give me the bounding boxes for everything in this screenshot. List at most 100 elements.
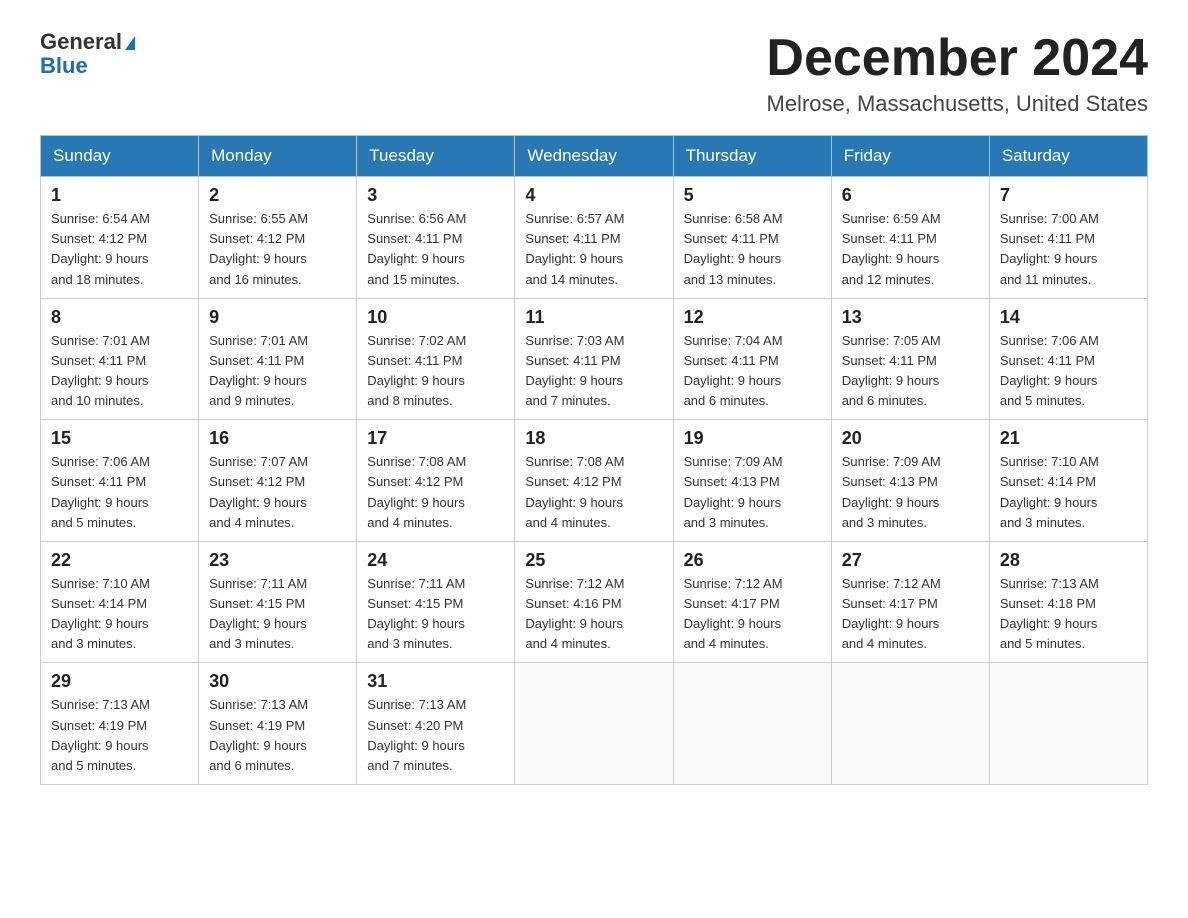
table-row: 17 Sunrise: 7:08 AMSunset: 4:12 PMDayligh… xyxy=(357,420,515,542)
day-info: Sunrise: 7:13 AMSunset: 4:19 PMDaylight:… xyxy=(209,695,346,776)
table-row: 31 Sunrise: 7:13 AMSunset: 4:20 PMDayligh… xyxy=(357,663,515,785)
table-row: 29 Sunrise: 7:13 AMSunset: 4:19 PMDayligh… xyxy=(41,663,199,785)
table-row xyxy=(989,663,1147,785)
day-number: 3 xyxy=(367,185,504,206)
calendar-header-row: Sunday Monday Tuesday Wednesday Thursday… xyxy=(41,136,1148,177)
day-info: Sunrise: 7:13 AMSunset: 4:19 PMDaylight:… xyxy=(51,695,188,776)
day-number: 21 xyxy=(1000,428,1137,449)
day-number: 6 xyxy=(842,185,979,206)
day-number: 5 xyxy=(684,185,821,206)
day-info: Sunrise: 7:11 AMSunset: 4:15 PMDaylight:… xyxy=(209,574,346,655)
title-block: December 2024 Melrose, Massachusetts, Un… xyxy=(766,30,1148,117)
day-info: Sunrise: 7:13 AMSunset: 4:18 PMDaylight:… xyxy=(1000,574,1137,655)
page-header: General Blue December 2024 Melrose, Mass… xyxy=(40,30,1148,117)
day-info: Sunrise: 7:03 AMSunset: 4:11 PMDaylight:… xyxy=(525,331,662,412)
day-number: 16 xyxy=(209,428,346,449)
table-row: 20 Sunrise: 7:09 AMSunset: 4:13 PMDayligh… xyxy=(831,420,989,542)
table-row: 23 Sunrise: 7:11 AMSunset: 4:15 PMDayligh… xyxy=(199,541,357,663)
col-wednesday: Wednesday xyxy=(515,136,673,177)
day-number: 2 xyxy=(209,185,346,206)
logo-blue-text: Blue xyxy=(40,54,135,78)
table-row: 4 Sunrise: 6:57 AMSunset: 4:11 PMDaylight… xyxy=(515,177,673,299)
day-number: 26 xyxy=(684,550,821,571)
day-number: 4 xyxy=(525,185,662,206)
day-number: 9 xyxy=(209,307,346,328)
table-row: 18Sunrise: 7:08 AMSunset: 4:12 PMDayligh… xyxy=(515,420,673,542)
day-info: Sunrise: 7:08 AMSunset: 4:12 PMDaylight:… xyxy=(367,452,504,533)
day-info: Sunrise: 7:07 AMSunset: 4:12 PMDaylight:… xyxy=(209,452,346,533)
calendar-week-row: 29 Sunrise: 7:13 AMSunset: 4:19 PMDayligh… xyxy=(41,663,1148,785)
day-info: Sunrise: 7:12 AMSunset: 4:16 PMDaylight:… xyxy=(525,574,662,655)
day-number: 23 xyxy=(209,550,346,571)
day-number: 27 xyxy=(842,550,979,571)
col-monday: Monday xyxy=(199,136,357,177)
calendar-week-row: 15Sunrise: 7:06 AMSunset: 4:11 PMDayligh… xyxy=(41,420,1148,542)
col-sunday: Sunday xyxy=(41,136,199,177)
table-row: 21 Sunrise: 7:10 AMSunset: 4:14 PMDayligh… xyxy=(989,420,1147,542)
table-row: 27Sunrise: 7:12 AMSunset: 4:17 PMDayligh… xyxy=(831,541,989,663)
day-info: Sunrise: 7:08 AMSunset: 4:12 PMDaylight:… xyxy=(525,452,662,533)
day-number: 19 xyxy=(684,428,821,449)
day-number: 20 xyxy=(842,428,979,449)
day-number: 25 xyxy=(525,550,662,571)
table-row: 9Sunrise: 7:01 AMSunset: 4:11 PMDaylight… xyxy=(199,298,357,420)
col-saturday: Saturday xyxy=(989,136,1147,177)
logo: General Blue xyxy=(40,30,135,78)
day-info: Sunrise: 6:56 AMSunset: 4:11 PMDaylight:… xyxy=(367,209,504,290)
day-number: 28 xyxy=(1000,550,1137,571)
table-row: 24Sunrise: 7:11 AMSunset: 4:15 PMDayligh… xyxy=(357,541,515,663)
day-info: Sunrise: 6:54 AMSunset: 4:12 PMDaylight:… xyxy=(51,209,188,290)
day-number: 10 xyxy=(367,307,504,328)
table-row: 15Sunrise: 7:06 AMSunset: 4:11 PMDayligh… xyxy=(41,420,199,542)
calendar-table: Sunday Monday Tuesday Wednesday Thursday… xyxy=(40,135,1148,785)
day-info: Sunrise: 7:09 AMSunset: 4:13 PMDaylight:… xyxy=(684,452,821,533)
day-number: 17 xyxy=(367,428,504,449)
table-row: 22 Sunrise: 7:10 AMSunset: 4:14 PMDayligh… xyxy=(41,541,199,663)
col-thursday: Thursday xyxy=(673,136,831,177)
day-number: 31 xyxy=(367,671,504,692)
day-info: Sunrise: 7:05 AMSunset: 4:11 PMDaylight:… xyxy=(842,331,979,412)
day-info: Sunrise: 6:59 AMSunset: 4:11 PMDaylight:… xyxy=(842,209,979,290)
day-info: Sunrise: 6:58 AMSunset: 4:11 PMDaylight:… xyxy=(684,209,821,290)
table-row xyxy=(831,663,989,785)
logo-triangle-icon xyxy=(125,36,135,50)
table-row: 19 Sunrise: 7:09 AMSunset: 4:13 PMDayligh… xyxy=(673,420,831,542)
day-number: 29 xyxy=(51,671,188,692)
day-number: 8 xyxy=(51,307,188,328)
table-row: 16 Sunrise: 7:07 AMSunset: 4:12 PMDayligh… xyxy=(199,420,357,542)
day-number: 14 xyxy=(1000,307,1137,328)
table-row: 25 Sunrise: 7:12 AMSunset: 4:16 PMDayligh… xyxy=(515,541,673,663)
day-info: Sunrise: 6:55 AMSunset: 4:12 PMDaylight:… xyxy=(209,209,346,290)
table-row: 3 Sunrise: 6:56 AMSunset: 4:11 PMDaylight… xyxy=(357,177,515,299)
calendar-week-row: 8 Sunrise: 7:01 AMSunset: 4:11 PMDaylight… xyxy=(41,298,1148,420)
day-number: 7 xyxy=(1000,185,1137,206)
page-subtitle: Melrose, Massachusetts, United States xyxy=(766,91,1148,117)
day-info: Sunrise: 7:09 AMSunset: 4:13 PMDaylight:… xyxy=(842,452,979,533)
table-row: 13 Sunrise: 7:05 AMSunset: 4:11 PMDayligh… xyxy=(831,298,989,420)
table-row: 26 Sunrise: 7:12 AMSunset: 4:17 PMDayligh… xyxy=(673,541,831,663)
day-info: Sunrise: 7:10 AMSunset: 4:14 PMDaylight:… xyxy=(51,574,188,655)
table-row: 11Sunrise: 7:03 AMSunset: 4:11 PMDayligh… xyxy=(515,298,673,420)
day-info: Sunrise: 7:10 AMSunset: 4:14 PMDaylight:… xyxy=(1000,452,1137,533)
col-tuesday: Tuesday xyxy=(357,136,515,177)
table-row: 30 Sunrise: 7:13 AMSunset: 4:19 PMDayligh… xyxy=(199,663,357,785)
table-row xyxy=(515,663,673,785)
day-info: Sunrise: 7:06 AMSunset: 4:11 PMDaylight:… xyxy=(51,452,188,533)
day-info: Sunrise: 6:57 AMSunset: 4:11 PMDaylight:… xyxy=(525,209,662,290)
table-row xyxy=(673,663,831,785)
day-info: Sunrise: 7:06 AMSunset: 4:11 PMDaylight:… xyxy=(1000,331,1137,412)
day-info: Sunrise: 7:11 AMSunset: 4:15 PMDaylight:… xyxy=(367,574,504,655)
table-row: 2 Sunrise: 6:55 AMSunset: 4:12 PMDaylight… xyxy=(199,177,357,299)
day-info: Sunrise: 7:01 AMSunset: 4:11 PMDaylight:… xyxy=(51,331,188,412)
day-number: 13 xyxy=(842,307,979,328)
col-friday: Friday xyxy=(831,136,989,177)
day-number: 22 xyxy=(51,550,188,571)
day-info: Sunrise: 7:12 AMSunset: 4:17 PMDaylight:… xyxy=(684,574,821,655)
logo-general-text: General xyxy=(40,29,122,54)
table-row: 1 Sunrise: 6:54 AMSunset: 4:12 PMDaylight… xyxy=(41,177,199,299)
day-number: 1 xyxy=(51,185,188,206)
table-row: 5 Sunrise: 6:58 AMSunset: 4:11 PMDaylight… xyxy=(673,177,831,299)
table-row: 10Sunrise: 7:02 AMSunset: 4:11 PMDayligh… xyxy=(357,298,515,420)
day-info: Sunrise: 7:13 AMSunset: 4:20 PMDaylight:… xyxy=(367,695,504,776)
day-number: 30 xyxy=(209,671,346,692)
